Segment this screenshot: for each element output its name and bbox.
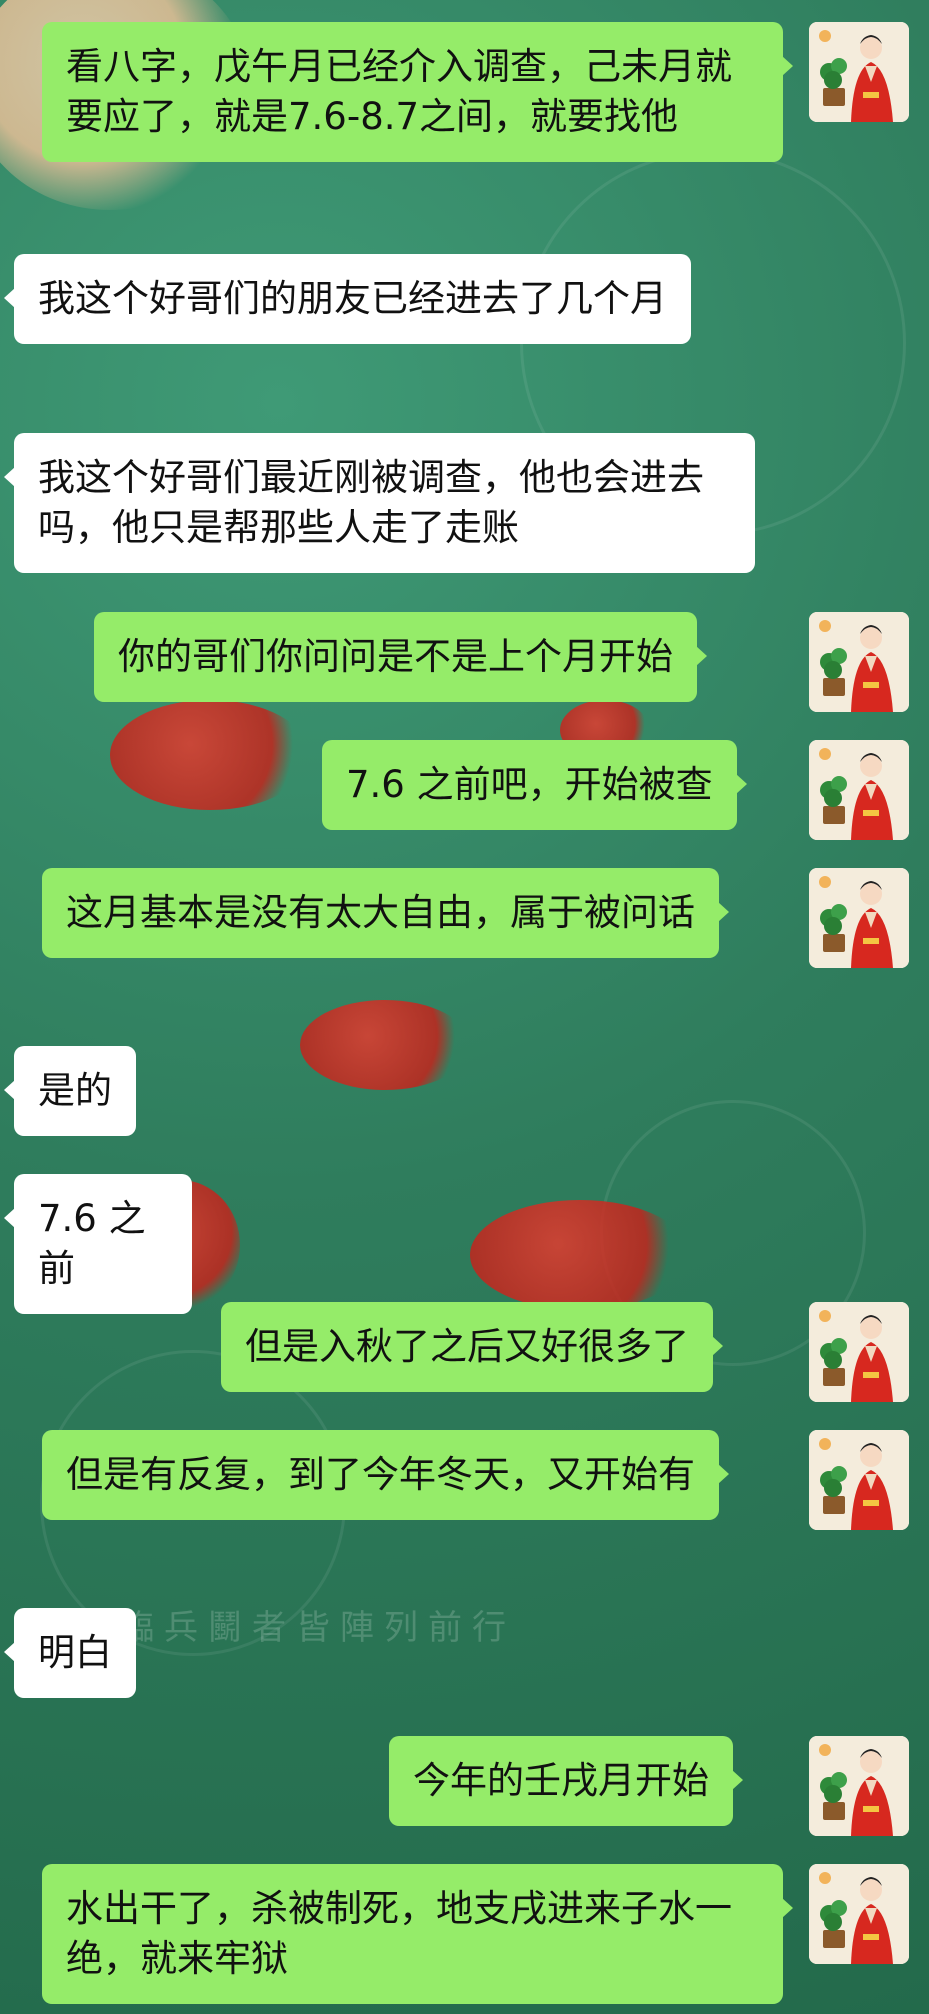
- sent-message-bubble[interactable]: 这月基本是没有太大自由，属于被问话: [42, 868, 729, 958]
- sent-message-bubble[interactable]: 但是有反复，到了今年冬天，又开始有: [42, 1430, 729, 1520]
- sender-avatar-icon[interactable]: [809, 868, 909, 968]
- received-message-bubble[interactable]: 明白: [4, 1608, 136, 1698]
- received-message-bubble[interactable]: 是的: [4, 1046, 136, 1136]
- sender-avatar-icon[interactable]: [809, 1302, 909, 1402]
- received-message-bubble[interactable]: 7.6 之前: [4, 1174, 192, 1314]
- sent-message-bubble[interactable]: 水出干了，杀被制死，地支戌进来子水一绝，就来牢狱: [42, 1864, 793, 2004]
- sent-message-bubble[interactable]: 今年的壬戌月开始: [389, 1736, 743, 1826]
- sent-message-bubble[interactable]: 7.6 之前吧，开始被查: [322, 740, 747, 830]
- background-decoration: [110, 700, 310, 810]
- sent-message-bubble[interactable]: 你的哥们你问问是不是上个月开始: [94, 612, 707, 702]
- sender-avatar-icon[interactable]: [809, 1864, 909, 1964]
- received-message-bubble[interactable]: 我这个好哥们的朋友已经进去了几个月: [4, 254, 691, 344]
- sender-avatar-icon[interactable]: [809, 740, 909, 840]
- sender-avatar-icon[interactable]: [809, 1430, 909, 1530]
- background-decoration: [300, 1000, 470, 1090]
- background-watermark-text: 臨兵鬭者皆陣列前行: [120, 1608, 516, 1648]
- sender-avatar-icon[interactable]: [809, 1736, 909, 1836]
- sent-message-bubble[interactable]: 但是入秋了之后又好很多了: [221, 1302, 723, 1392]
- sender-avatar-icon[interactable]: [809, 612, 909, 712]
- received-message-bubble[interactable]: 我这个好哥们最近刚被调查，他也会进去吗，他只是帮那些人走了走账: [4, 433, 755, 573]
- sent-message-bubble[interactable]: 看八字，戊午月已经介入调查，己未月就要应了，就是7.6-8.7之间，就要找他: [42, 22, 793, 162]
- sender-avatar-icon[interactable]: [809, 22, 909, 122]
- background-decoration: [470, 1200, 690, 1310]
